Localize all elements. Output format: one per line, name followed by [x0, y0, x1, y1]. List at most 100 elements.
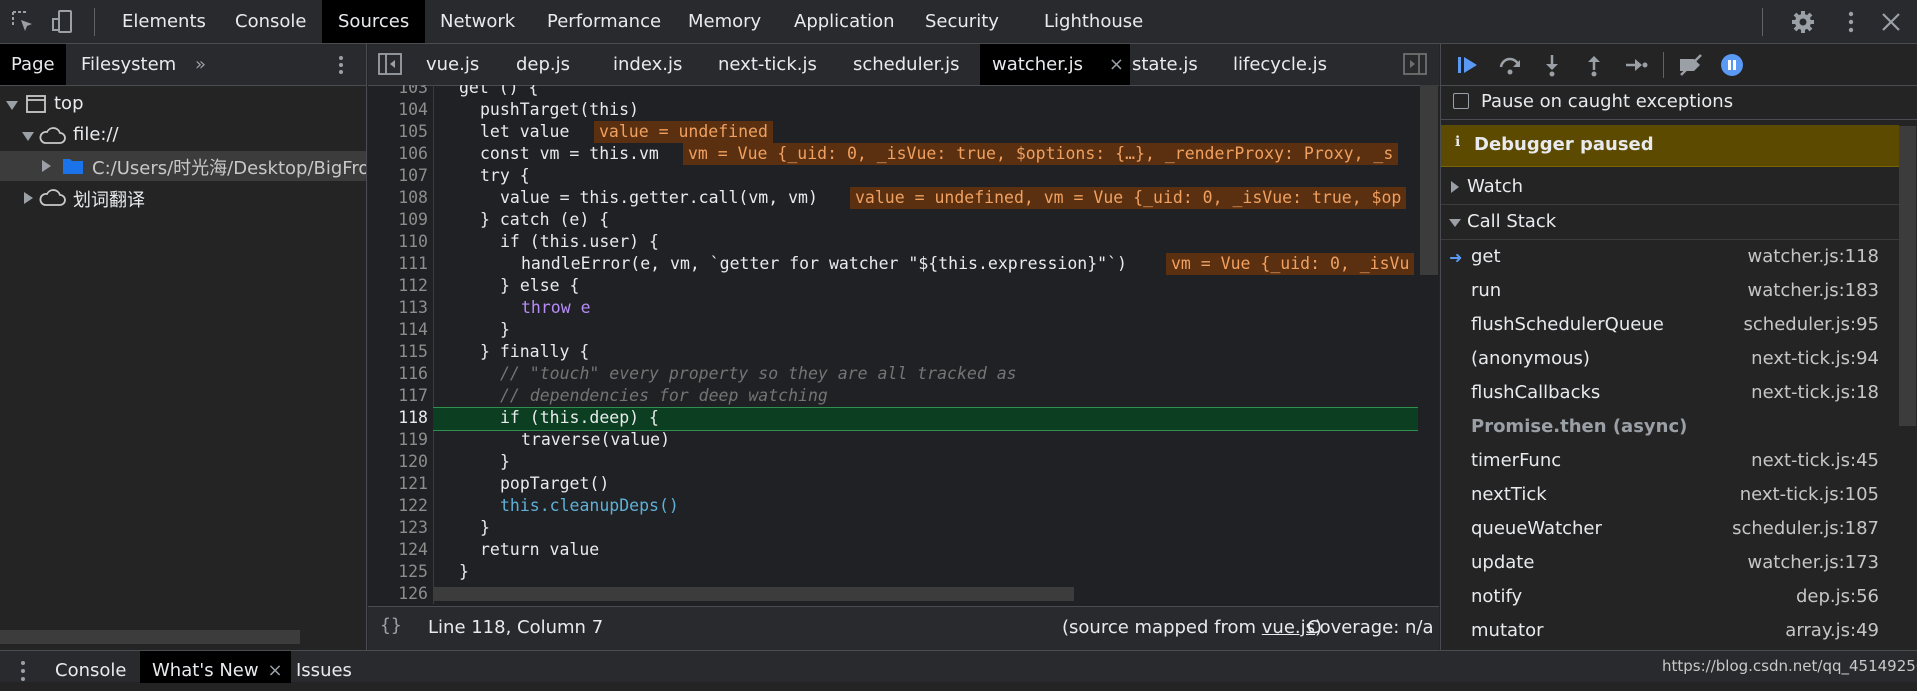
inspect-element-icon[interactable] [10, 9, 36, 35]
resume-icon[interactable] [1455, 52, 1481, 78]
call-frame[interactable]: queueWatcher scheduler.js:187 [1441, 512, 1899, 546]
more-tabs-chevron-icon[interactable]: » [184, 44, 217, 85]
step-out-icon[interactable] [1581, 52, 1607, 78]
call-stack-section-header[interactable]: Call Stack [1441, 205, 1899, 240]
step-over-icon[interactable] [1497, 52, 1523, 78]
pause-caught-checkbox[interactable] [1453, 93, 1469, 109]
tab-performance[interactable]: Performance [537, 0, 671, 43]
collapsed-triangle-icon [1451, 181, 1459, 193]
code-line[interactable]: 105 let value value = undefined [368, 121, 1418, 143]
call-frame[interactable]: flushCallbacks next-tick.js:18 [1441, 376, 1899, 410]
tree-item-top[interactable]: top [0, 93, 366, 119]
call-frame[interactable]: (anonymous) next-tick.js:94 [1441, 342, 1899, 376]
call-frame[interactable]: mutator array.js:49 [1441, 614, 1899, 648]
code-area[interactable]: 103 get () { 104 pushTarget(this) 105 let v… [368, 85, 1439, 604]
inline-value: value = undefined [594, 121, 773, 143]
drawer-tab-whats-new[interactable]: What's New × [140, 651, 291, 683]
file-tab-next-tick-js[interactable]: next-tick.js [706, 44, 829, 85]
code-line[interactable]: 107 try { [368, 165, 1418, 187]
file-tab-index-js[interactable]: index.js [601, 44, 694, 85]
vertical-scrollbar[interactable] [1899, 126, 1916, 426]
watch-section-header[interactable]: Watch [1441, 170, 1899, 205]
file-tab-state-js[interactable]: state.js [1120, 44, 1210, 85]
call-frame[interactable]: notify dep.js:56 [1441, 580, 1899, 614]
toggle-debugger-icon[interactable] [1403, 53, 1427, 80]
tree-item-file[interactable]: file:// [0, 124, 366, 150]
file-tab-scheduler-js[interactable]: scheduler.js [841, 44, 972, 85]
code-line[interactable]: 110 if (this.user) { [368, 231, 1418, 253]
code-line[interactable]: 122 this.cleanupDeps() [368, 495, 1418, 517]
file-tab-lifecycle-js[interactable]: lifecycle.js [1221, 44, 1339, 85]
tab-console[interactable]: Console [225, 0, 316, 43]
tab-application[interactable]: Application [784, 0, 905, 43]
tab-sources[interactable]: Sources [322, 0, 426, 43]
more-vert-icon[interactable] [18, 659, 28, 688]
settings-gear-icon[interactable] [1790, 9, 1816, 35]
async-separator: Promise.then (async) [1471, 416, 1688, 437]
code-line[interactable]: 113 throw e [368, 297, 1418, 319]
collapsed-triangle-icon [42, 160, 51, 172]
code-line[interactable]: 112} else { [368, 275, 1418, 297]
close-tab-icon[interactable]: × [268, 651, 283, 691]
code-line[interactable]: 103 get () { [368, 85, 1418, 99]
tree-item-extension[interactable]: 划词翻译 [0, 186, 366, 212]
tab-elements[interactable]: Elements [112, 0, 216, 43]
code-line[interactable]: 125} [368, 561, 1418, 583]
deactivate-breakpoints-icon[interactable] [1677, 52, 1703, 78]
more-vert-icon[interactable] [330, 53, 352, 82]
call-frame[interactable]: flushSchedulerQueue scheduler.js:95 [1441, 308, 1899, 342]
horizontal-scrollbar[interactable] [0, 630, 300, 644]
tab-network[interactable]: Network [430, 0, 525, 43]
code-line[interactable]: 124 return value [368, 539, 1418, 561]
code-line[interactable]: 120} [368, 451, 1418, 473]
file-tab-label: watcher.js [992, 54, 1084, 75]
close-icon[interactable] [1878, 9, 1904, 35]
vertical-scrollbar[interactable] [1420, 85, 1438, 275]
pause-caught-row[interactable]: Pause on caught exceptions [1441, 85, 1917, 120]
call-frame[interactable]: nextTick next-tick.js:105 [1441, 478, 1899, 512]
toggle-navigator-icon[interactable] [378, 53, 402, 80]
call-stack-label: Call Stack [1467, 211, 1557, 232]
pause-caught-label: Pause on caught exceptions [1481, 91, 1734, 112]
file-tab-watcher-js[interactable]: watcher.js × [980, 44, 1130, 85]
code-line[interactable]: 121 popTarget() [368, 473, 1418, 495]
code-line[interactable]: 116// "touch" every property so they are… [368, 363, 1418, 385]
tab-security[interactable]: Security [915, 0, 1009, 43]
code-line[interactable]: 104 pushTarget(this) [368, 99, 1418, 121]
code-line[interactable]: 117// dependencies for deep watching [368, 385, 1418, 407]
more-vert-icon[interactable] [1838, 9, 1864, 35]
code-line[interactable]: 115} finally { [368, 341, 1418, 363]
code-line[interactable]: 119 traverse(value) [368, 429, 1418, 451]
code-line[interactable]: 108 value = this.getter.call(vm, vm) value… [368, 187, 1418, 209]
tree-item-folder[interactable]: C:/Users/时光海/Desktop/BigFror [0, 151, 366, 181]
file-tab-vue-js[interactable]: vue.js [414, 44, 491, 85]
debugger-sidebar: Pause on caught exceptions ℹ Debugger pa… [1440, 44, 1917, 650]
code-line[interactable]: 114} [368, 319, 1418, 341]
device-toolbar-icon[interactable] [50, 9, 76, 35]
drawer-tab-label: What's New [152, 660, 259, 681]
horizontal-scrollbar[interactable] [434, 587, 1074, 601]
navigator-tabs: Page Filesystem » [0, 44, 366, 86]
file-tab-dep-js[interactable]: dep.js [504, 44, 582, 85]
call-frame[interactable]: run watcher.js:183 [1441, 274, 1899, 308]
tab-lighthouse[interactable]: Lighthouse [1034, 0, 1153, 43]
code-line[interactable]: 111 handleError(e, vm, `getter for watche… [368, 253, 1418, 275]
tab-page[interactable]: Page [0, 44, 66, 85]
code-line[interactable]: 123} [368, 517, 1418, 539]
tab-filesystem[interactable]: Filesystem [70, 44, 187, 85]
pretty-print-icon[interactable]: {} [380, 615, 402, 636]
tree-item-label: 划词翻译 [73, 190, 145, 211]
call-frame[interactable]: timerFunc next-tick.js:45 [1441, 444, 1899, 478]
drawer-tab-issues[interactable]: Issues [284, 651, 364, 683]
drawer-tab-console[interactable]: Console [43, 651, 138, 683]
code-line-current[interactable]: 118 if (this.deep) { [368, 407, 1418, 429]
tab-memory[interactable]: Memory [678, 0, 771, 43]
step-icon[interactable] [1623, 52, 1649, 78]
code-line[interactable]: 106 const vm = this.vm vm = Vue {_uid: 0, … [368, 143, 1418, 165]
code-line[interactable]: 109} catch (e) { [368, 209, 1418, 231]
pause-on-exceptions-icon[interactable] [1719, 52, 1745, 78]
call-frame-current[interactable]: ➜ get watcher.js:118 [1441, 240, 1899, 274]
step-into-icon[interactable] [1539, 52, 1565, 78]
current-frame-arrow-icon: ➜ [1449, 248, 1463, 267]
call-frame[interactable]: update watcher.js:173 [1441, 546, 1899, 580]
